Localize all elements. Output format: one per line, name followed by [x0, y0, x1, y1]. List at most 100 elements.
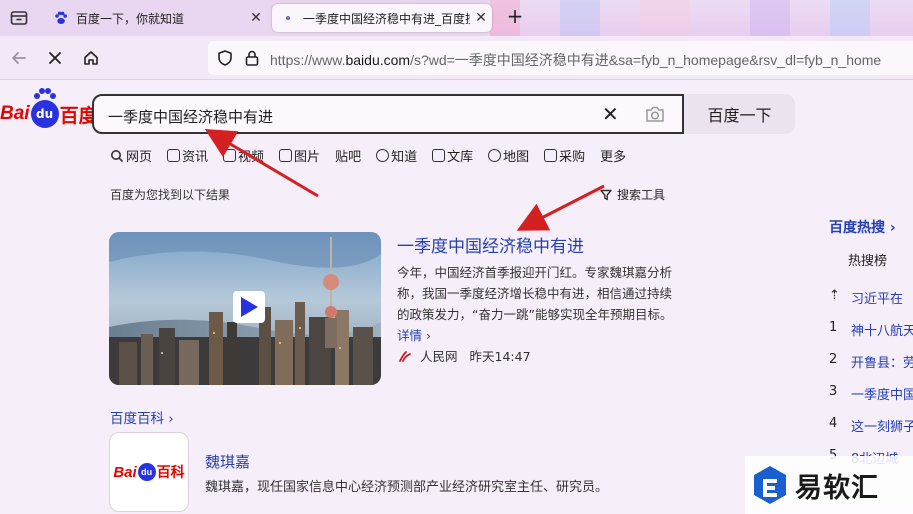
hot-rank: 4: [829, 416, 838, 431]
baike-logo-text: 百科: [156, 464, 185, 480]
tab-label: 采购: [559, 150, 586, 165]
document-icon: [432, 149, 446, 162]
hot-text: 开鲁县：劳: [851, 356, 913, 371]
tab-title: 一季度中国经济稳中有进_百度搜: [303, 11, 470, 26]
close-tab-icon[interactable]: ✕: [470, 10, 492, 26]
tab-label: 文库: [447, 150, 474, 165]
hot-rank: 1: [829, 320, 838, 335]
question-icon: [376, 149, 390, 162]
loading-dot-icon: [280, 10, 296, 26]
hot-item[interactable]: 2 开鲁县：劳: [829, 352, 913, 371]
abstract-text: 今年，中国经济首季报迎开门红。专家魏琪嘉分析称，我国一季度经济增长稳中有进，相信…: [397, 265, 673, 322]
tab-overview-icon[interactable]: [9, 8, 29, 28]
stop-loading-icon[interactable]: [43, 46, 67, 70]
tab-label: 地图: [503, 150, 530, 165]
tab-label: 贴吧: [335, 150, 362, 165]
baike-logo-bai: Bai: [113, 463, 137, 481]
site-watermark: 易软汇: [745, 456, 913, 514]
logo-bai: Bai: [0, 103, 30, 124]
hot-search-title[interactable]: 百度热搜 ›: [829, 217, 896, 237]
search-button[interactable]: 百度一下: [684, 94, 795, 134]
home-icon[interactable]: [79, 46, 103, 70]
tab-search-results[interactable]: 一季度中国经济稳中有进_百度搜 ✕: [272, 4, 492, 32]
baike-entry-desc: 魏琪嘉，现任国家信息中心经济预测部产业经济研究室主任、研究员。: [205, 480, 609, 495]
camera-search-icon[interactable]: [644, 104, 666, 128]
url-text[interactable]: https://www.baidu.com/s?wd=一季度中国经济稳中有进&s…: [270, 50, 881, 70]
search-input[interactable]: 一季度中国经济稳中有进 ✕: [92, 94, 684, 134]
details-link[interactable]: 详情 ›: [397, 328, 431, 343]
arrow-to-result-title: [516, 184, 605, 231]
result-count-text: 百度为您找到以下结果: [110, 188, 231, 202]
tab-title: 百度一下，你就知道: [76, 11, 185, 26]
address-bar[interactable]: https://www.baidu.com/s?wd=一季度中国经济稳中有进&s…: [208, 41, 913, 75]
tab-zhidao[interactable]: 知道: [376, 146, 417, 165]
tab-wenku[interactable]: 文库: [432, 146, 473, 165]
baidu-logo[interactable]: Bai du 百度: [0, 88, 98, 132]
search-tools-button[interactable]: 搜索工具: [599, 186, 665, 203]
result-title-link[interactable]: 一季度中国经济稳中有进: [397, 232, 584, 257]
search-tools-label: 搜索工具: [617, 188, 666, 202]
tab-baidu-home[interactable]: 百度一下，你就知道 ✕: [45, 4, 267, 32]
tab-label: 知道: [391, 150, 418, 165]
tab-label: 视频: [238, 150, 265, 165]
video-thumbnail[interactable]: [109, 232, 381, 385]
baike-logo-card[interactable]: Bai du 百科: [109, 432, 189, 512]
hot-text: 习近平在: [851, 292, 904, 307]
play-button[interactable]: [233, 291, 265, 323]
hot-rank: 2: [829, 352, 838, 367]
url-path: /s?wd=一季度中国经济稳中有进&sa=fyb_n_homepage&rsv_…: [410, 52, 882, 68]
baidu-paw-icon: [53, 10, 69, 26]
navigation-bar: https://www.baidu.com/s?wd=一季度中国经济稳中有进&s…: [0, 36, 913, 80]
search-query[interactable]: 一季度中国经济稳中有进: [108, 106, 273, 127]
shopping-icon: [544, 149, 558, 162]
hot-rank: ⇡: [829, 288, 840, 303]
filter-icon: [600, 189, 612, 200]
tabstrip-background: [490, 0, 913, 36]
new-tab-button[interactable]: +: [504, 6, 526, 28]
baike-header-link[interactable]: 百度百科 ›: [110, 407, 174, 427]
peoples-daily-icon: [399, 350, 411, 362]
hot-item[interactable]: 1 神十八航天: [829, 320, 913, 339]
tracking-shield-icon[interactable]: [216, 49, 234, 71]
watermark-text: 易软汇: [795, 472, 879, 504]
tab-tieba[interactable]: 贴吧: [335, 146, 361, 165]
play-icon: [241, 297, 258, 317]
hot-text: 这一刻狮子: [851, 420, 913, 435]
tab-label: 图片: [294, 150, 321, 165]
lock-icon[interactable]: [244, 49, 260, 71]
result-source: 人民网 昨天14:47: [398, 346, 531, 365]
hot-text: 神十八航天: [851, 324, 913, 339]
tab-more[interactable]: 更多: [600, 146, 626, 165]
tab-label: 更多: [600, 150, 627, 165]
tab-news[interactable]: 资讯: [167, 146, 208, 165]
url-prefix: https://www.: [270, 52, 346, 68]
search-icon: [111, 149, 124, 162]
close-tab-icon[interactable]: ✕: [245, 10, 267, 26]
watermark-logo-icon: [754, 466, 786, 504]
tab-label: 网页: [126, 150, 153, 165]
baike-logo: Bai du 百科: [113, 462, 185, 482]
tab-strip: 百度一下，你就知道 ✕ 一季度中国经济稳中有进_百度搜 ✕ +: [0, 0, 913, 36]
hot-search-subtitle[interactable]: 热搜榜: [848, 250, 887, 269]
hot-item[interactable]: 4 这一刻狮子: [829, 416, 913, 435]
logo-du: du: [36, 107, 54, 121]
hot-item[interactable]: ⇡ 习近平在: [829, 288, 913, 307]
tab-purchase[interactable]: 采购: [544, 146, 585, 165]
tab-video[interactable]: 视频: [223, 146, 264, 165]
hot-item[interactable]: 3 一季度中国: [829, 384, 913, 403]
tab-webpage[interactable]: 网页: [110, 146, 152, 165]
tab-images[interactable]: 图片: [279, 146, 320, 165]
clear-search-icon[interactable]: ✕: [602, 102, 619, 126]
search-category-tabs: 网页 资讯 视频 图片 贴吧 知道 文库 地图 采购 更多: [110, 146, 641, 165]
back-arrow-icon[interactable]: [7, 46, 31, 70]
hot-text: 一季度中国: [851, 388, 913, 403]
tab-map[interactable]: 地图: [488, 146, 529, 165]
hot-rank: 3: [829, 384, 838, 399]
baike-entry-title[interactable]: 魏琪嘉: [205, 451, 250, 472]
publish-time: 昨天14:47: [469, 349, 531, 364]
baike-paw-icon: du: [137, 463, 156, 481]
image-icon: [279, 149, 293, 162]
source-name[interactable]: 人民网: [420, 346, 458, 365]
news-icon: [167, 149, 181, 162]
video-icon: [223, 149, 237, 162]
